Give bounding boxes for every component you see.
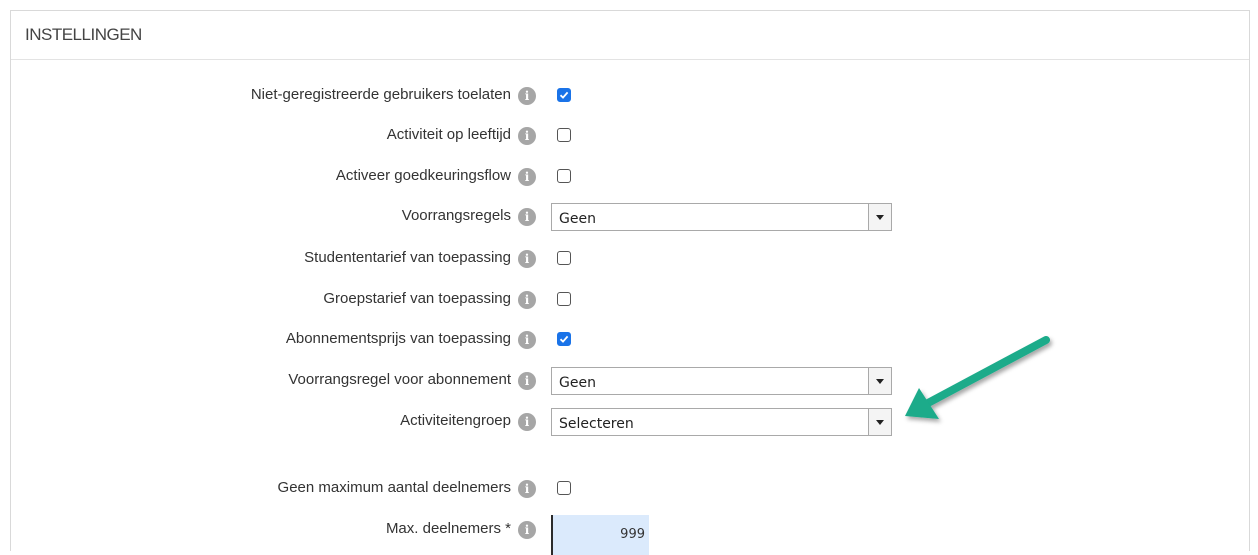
annotation-arrow-icon <box>905 336 1050 419</box>
